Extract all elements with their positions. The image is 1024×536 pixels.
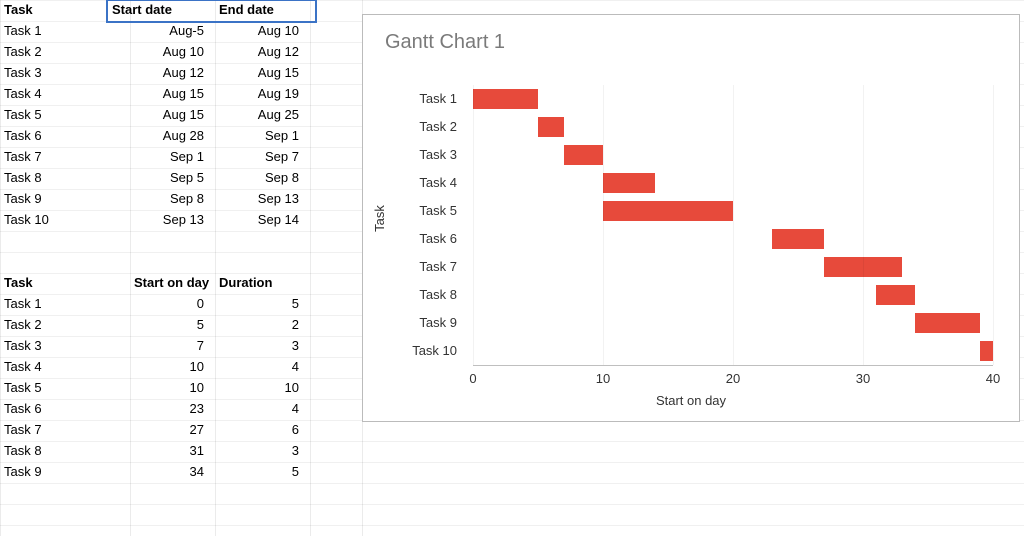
t1-task[interactable]: Task 1 bbox=[0, 21, 130, 42]
t2-task[interactable]: Task 3 bbox=[0, 336, 130, 357]
t2-task[interactable]: Task 6 bbox=[0, 399, 130, 420]
t1-start[interactable]: Aug 28 bbox=[130, 126, 208, 147]
x-tick-label: 0 bbox=[461, 371, 485, 386]
category-label: Task 3 bbox=[363, 145, 465, 165]
gantt-bar bbox=[603, 201, 733, 221]
t2-start[interactable]: 27 bbox=[130, 420, 208, 441]
gantt-bar bbox=[564, 145, 603, 165]
t2-start[interactable]: 7 bbox=[130, 336, 208, 357]
t2-dur[interactable]: 5 bbox=[215, 462, 303, 483]
t1-header-start[interactable]: Start date bbox=[108, 0, 208, 21]
t2-dur[interactable]: 6 bbox=[215, 420, 303, 441]
t1-start[interactable]: Aug 15 bbox=[130, 105, 208, 126]
t2-header-start[interactable]: Start on day bbox=[130, 273, 215, 294]
t1-end[interactable]: Sep 14 bbox=[215, 210, 303, 231]
t2-task[interactable]: Task 4 bbox=[0, 357, 130, 378]
t2-task[interactable]: Task 5 bbox=[0, 378, 130, 399]
t1-start[interactable]: Sep 1 bbox=[130, 147, 208, 168]
t2-dur[interactable]: 3 bbox=[215, 441, 303, 462]
t1-end[interactable]: Sep 13 bbox=[215, 189, 303, 210]
x-axis-title: Start on day bbox=[363, 393, 1019, 408]
t1-task[interactable]: Task 7 bbox=[0, 147, 130, 168]
gantt-bar bbox=[876, 285, 915, 305]
t2-task[interactable]: Task 8 bbox=[0, 441, 130, 462]
t2-task[interactable]: Task 1 bbox=[0, 294, 130, 315]
spreadsheet-page: { "columns": {"A":0,"Aw":130,"B":130,"Bw… bbox=[0, 0, 1024, 536]
category-label: Task 7 bbox=[363, 257, 465, 277]
t2-start[interactable]: 23 bbox=[130, 399, 208, 420]
t2-start[interactable]: 10 bbox=[130, 357, 208, 378]
category-label: Task 9 bbox=[363, 313, 465, 333]
gantt-bar bbox=[603, 173, 655, 193]
t1-end[interactable]: Sep 1 bbox=[215, 126, 303, 147]
t1-task[interactable]: Task 4 bbox=[0, 84, 130, 105]
x-axis bbox=[473, 365, 993, 366]
t2-task[interactable]: Task 7 bbox=[0, 420, 130, 441]
x-tick-label: 20 bbox=[721, 371, 745, 386]
t2-dur[interactable]: 10 bbox=[215, 378, 303, 399]
category-label: Task 10 bbox=[363, 341, 465, 361]
t1-end[interactable]: Aug 19 bbox=[215, 84, 303, 105]
t1-start[interactable]: Sep 13 bbox=[130, 210, 208, 231]
t2-task[interactable]: Task 2 bbox=[0, 315, 130, 336]
t2-start[interactable]: 34 bbox=[130, 462, 208, 483]
gantt-bar bbox=[980, 341, 993, 361]
t2-start[interactable]: 5 bbox=[130, 315, 208, 336]
t1-task[interactable]: Task 9 bbox=[0, 189, 130, 210]
t2-dur[interactable]: 4 bbox=[215, 357, 303, 378]
t1-task[interactable]: Task 2 bbox=[0, 42, 130, 63]
gridline bbox=[733, 85, 734, 365]
gridline bbox=[863, 85, 864, 365]
t2-start[interactable]: 31 bbox=[130, 441, 208, 462]
t2-header-dur[interactable]: Duration bbox=[215, 273, 310, 294]
gantt-bar bbox=[772, 229, 824, 249]
t1-start[interactable]: Aug 15 bbox=[130, 84, 208, 105]
gantt-bar bbox=[538, 117, 564, 137]
t1-end[interactable]: Sep 7 bbox=[215, 147, 303, 168]
t1-end[interactable]: Sep 8 bbox=[215, 168, 303, 189]
t1-end[interactable]: Aug 25 bbox=[215, 105, 303, 126]
category-label: Task 8 bbox=[363, 285, 465, 305]
x-tick-label: 40 bbox=[981, 371, 1005, 386]
x-tick-label: 10 bbox=[591, 371, 615, 386]
t1-task[interactable]: Task 8 bbox=[0, 168, 130, 189]
gridline bbox=[603, 85, 604, 365]
t1-start[interactable]: Aug 12 bbox=[130, 63, 208, 84]
t1-task[interactable]: Task 3 bbox=[0, 63, 130, 84]
t2-task[interactable]: Task 9 bbox=[0, 462, 130, 483]
t1-end[interactable]: Aug 12 bbox=[215, 42, 303, 63]
gridline bbox=[993, 85, 994, 365]
category-label: Task 4 bbox=[363, 173, 465, 193]
t2-header-task[interactable]: Task bbox=[0, 273, 130, 294]
t1-task[interactable]: Task 10 bbox=[0, 210, 130, 231]
gantt-chart[interactable]: Gantt Chart 1 Task Task 1Task 2Task 3Tas… bbox=[362, 14, 1020, 422]
category-label: Task 6 bbox=[363, 229, 465, 249]
t2-start[interactable]: 0 bbox=[130, 294, 208, 315]
t2-dur[interactable]: 3 bbox=[215, 336, 303, 357]
t2-dur[interactable]: 5 bbox=[215, 294, 303, 315]
t2-dur[interactable]: 2 bbox=[215, 315, 303, 336]
t2-dur[interactable]: 4 bbox=[215, 399, 303, 420]
category-label: Task 2 bbox=[363, 117, 465, 137]
t1-start[interactable]: Sep 5 bbox=[130, 168, 208, 189]
gridline bbox=[473, 85, 474, 365]
t1-start[interactable]: Aug-5 bbox=[130, 21, 208, 42]
t1-end[interactable]: Aug 10 bbox=[215, 21, 303, 42]
t1-start[interactable]: Aug 10 bbox=[130, 42, 208, 63]
chart-title: Gantt Chart 1 bbox=[385, 31, 505, 54]
t1-header-end[interactable]: End date bbox=[215, 0, 305, 21]
t1-start[interactable]: Sep 8 bbox=[130, 189, 208, 210]
category-label: Task 5 bbox=[363, 201, 465, 221]
t1-task[interactable]: Task 6 bbox=[0, 126, 130, 147]
x-tick-label: 30 bbox=[851, 371, 875, 386]
gantt-bar bbox=[473, 89, 538, 109]
t1-task[interactable]: Task 5 bbox=[0, 105, 130, 126]
gantt-bar bbox=[915, 313, 980, 333]
t1-end[interactable]: Aug 15 bbox=[215, 63, 303, 84]
t1-header-task[interactable]: Task bbox=[0, 0, 106, 21]
category-label: Task 1 bbox=[363, 89, 465, 109]
t2-start[interactable]: 10 bbox=[130, 378, 208, 399]
